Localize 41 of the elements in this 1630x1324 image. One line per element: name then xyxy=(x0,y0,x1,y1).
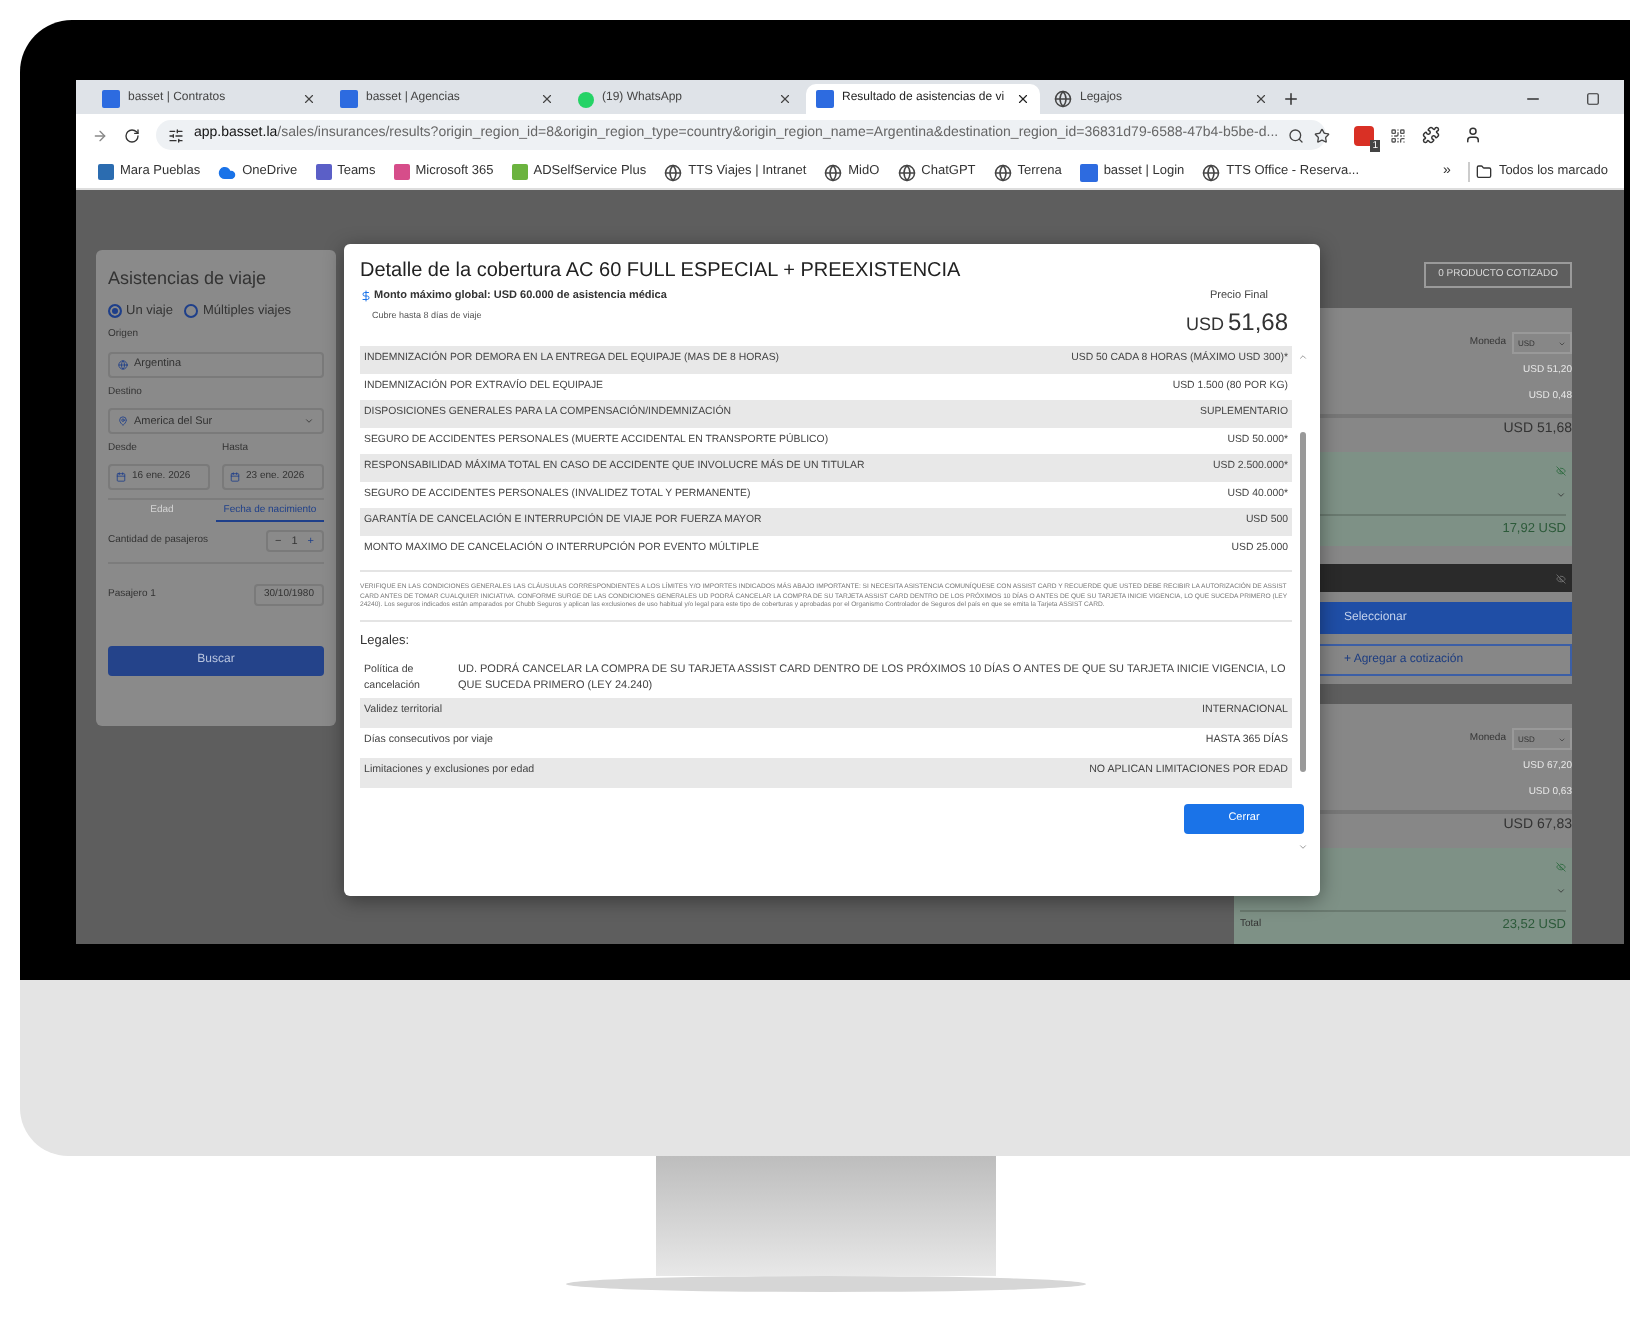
price-currency: USD xyxy=(1185,312,1224,339)
reload-icon[interactable] xyxy=(124,127,140,143)
puzzle-icon[interactable] xyxy=(1422,126,1440,144)
eye-off-icon[interactable] xyxy=(1556,573,1566,584)
scroll-thumb[interactable] xyxy=(1300,432,1306,772)
calendar-icon xyxy=(230,471,240,482)
basset-logo-icon xyxy=(340,90,358,108)
globe-icon xyxy=(118,359,128,370)
globe-icon xyxy=(897,163,916,181)
close-icon[interactable] xyxy=(778,92,792,106)
star-icon[interactable] xyxy=(1314,127,1331,143)
basset-logo-icon xyxy=(816,90,834,108)
cloud-icon xyxy=(218,163,237,181)
pin-icon xyxy=(118,416,128,427)
search-icon[interactable] xyxy=(1288,127,1305,143)
globe-icon xyxy=(824,163,843,181)
close-icon[interactable] xyxy=(540,92,554,106)
panel-title: Asistencias de viaje xyxy=(108,266,269,292)
globe-icon xyxy=(1202,163,1221,181)
calendar-icon xyxy=(116,471,126,482)
dropdown-icon xyxy=(304,416,314,427)
globe-icon xyxy=(664,163,683,181)
basset-logo-icon xyxy=(1079,163,1098,181)
globe-icon xyxy=(993,163,1012,181)
close-icon[interactable] xyxy=(1254,92,1268,106)
profile-icon[interactable] xyxy=(1464,126,1482,144)
qr-code-icon[interactable] xyxy=(1390,127,1406,143)
final-price: 51,68 xyxy=(1227,306,1288,341)
close-icon[interactable] xyxy=(302,92,316,106)
forward-icon[interactable] xyxy=(92,127,108,143)
site-settings-icon[interactable] xyxy=(168,127,184,143)
scrollbar[interactable] xyxy=(1298,352,1308,852)
chat-icon xyxy=(578,91,594,107)
globe-icon xyxy=(1054,90,1072,108)
close-icon[interactable] xyxy=(1016,92,1030,106)
basset-logo-icon xyxy=(102,90,120,108)
dollar-icon xyxy=(360,290,372,303)
new-tab-icon[interactable] xyxy=(1282,90,1300,108)
maximize-icon[interactable] xyxy=(1586,92,1600,106)
folder-icon xyxy=(1476,164,1493,180)
dialog-title: Detalle de la cobertura AC 60 FULL ESPECIAL + PREEXISTENCIA xyxy=(360,258,963,286)
